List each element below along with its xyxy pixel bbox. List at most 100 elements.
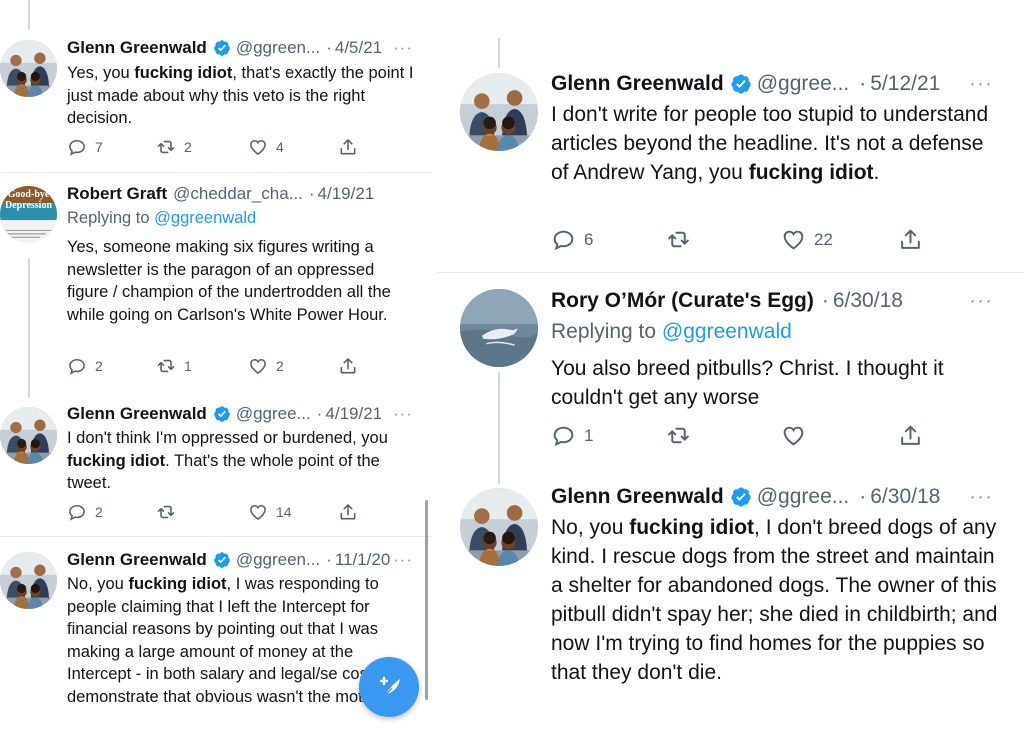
tweet-date[interactable]: 4/5/21 (335, 38, 382, 58)
author-handle[interactable]: @ggreen... (236, 550, 320, 570)
user-avatar[interactable] (460, 289, 538, 367)
heart-icon (248, 356, 268, 376)
more-options-icon[interactable]: ··· (969, 289, 993, 313)
author-handle[interactable]: @cheddar_cha... (173, 184, 303, 204)
author-handle[interactable]: @ggree... (757, 485, 850, 509)
retweet-button[interactable]: 1 (156, 356, 192, 376)
user-avatar[interactable] (460, 488, 538, 566)
user-avatar[interactable] (0, 407, 57, 464)
retweet-button[interactable] (666, 423, 691, 448)
author-name[interactable]: Rory O’Mór (Curate's Egg) (551, 289, 814, 313)
compose-tweet-icon (379, 676, 400, 697)
retweet-icon (666, 423, 691, 448)
user-avatar[interactable] (460, 73, 538, 151)
avatar-cover-text: Good-bye Depression (4, 189, 53, 211)
user-avatar[interactable] (0, 552, 57, 609)
user-avatar[interactable] (0, 40, 57, 97)
tweet-date[interactable]: 6/30/18 (870, 485, 940, 509)
tweet-date[interactable]: 4/19/21 (325, 404, 382, 424)
verified-badge-icon (213, 551, 231, 569)
verified-badge-icon (213, 405, 231, 423)
share-icon (338, 137, 358, 157)
tweet-date[interactable]: 4/19/21 (318, 184, 375, 204)
tweet-date[interactable]: 6/30/18 (833, 289, 903, 313)
scrollbar[interactable] (425, 500, 428, 700)
reply-icon (551, 423, 576, 448)
compose-tweet-button[interactable] (359, 657, 419, 717)
tweet-date[interactable]: 11/1/20 (335, 550, 390, 570)
retweet-button[interactable]: 2 (156, 137, 192, 157)
retweet-count: 2 (184, 139, 192, 155)
like-button[interactable] (781, 423, 806, 448)
tweet[interactable]: Glenn Greenwald @ggree... · 5/12/21 ··· … (437, 0, 1024, 272)
tweet-actions: 7 2 4 (67, 137, 367, 159)
author-name[interactable]: Glenn Greenwald (67, 38, 207, 58)
like-button[interactable]: 14 (248, 502, 292, 522)
tweet-header: Glenn Greenwald @ggree... · 6/30/18 (551, 485, 940, 509)
reply-button[interactable]: 6 (551, 227, 593, 252)
like-count: 22 (814, 229, 833, 249)
mention-link[interactable]: @ggreenwald (154, 209, 256, 227)
left-thread-panel: Glenn Greenwald @ggreen... · 4/5/21 ··· … (0, 0, 432, 754)
tweet[interactable]: Glenn Greenwald @ggree... · 6/30/18 ··· … (437, 473, 1024, 754)
share-button[interactable] (338, 502, 358, 522)
more-options-icon[interactable]: ··· (969, 72, 993, 96)
retweet-icon (666, 227, 691, 252)
tweet[interactable]: Glenn Greenwald @ggreen... · 4/5/21 ··· … (0, 0, 432, 172)
group-photo-avatar-icon (460, 488, 538, 566)
replying-to: Replying to @ggreenwald (67, 209, 257, 227)
retweet-button[interactable] (666, 227, 691, 252)
tweet[interactable]: Rory O’Mór (Curate's Egg) · 6/30/18 ··· … (437, 273, 1024, 473)
separator-dot: · (821, 289, 829, 312)
author-handle[interactable]: @ggreen... (236, 38, 320, 58)
share-button[interactable] (338, 137, 358, 157)
separator-dot: · (316, 404, 323, 423)
retweet-count: 1 (184, 358, 192, 374)
tweet-header: Glenn Greenwald @ggree... · 5/12/21 (551, 72, 940, 96)
tweet[interactable]: Glenn Greenwald @ggreen... · 11/1/20 ···… (0, 537, 432, 754)
tweet-actions: 6 22 (551, 227, 951, 253)
like-button[interactable]: 22 (781, 227, 833, 252)
group-photo-avatar-icon (0, 552, 57, 609)
share-button[interactable] (898, 227, 923, 252)
more-options-icon[interactable]: ··· (393, 404, 413, 424)
verified-badge-icon (730, 486, 752, 508)
tweet[interactable]: Good-bye Depression Robert Graft @chedda… (0, 173, 432, 387)
tweet-header: Glenn Greenwald @ggreen... · 11/1/20 (67, 550, 390, 570)
more-options-icon[interactable]: ··· (969, 485, 993, 509)
reply-button[interactable]: 2 (67, 502, 103, 522)
reply-button[interactable]: 1 (551, 423, 593, 448)
author-name[interactable]: Glenn Greenwald (551, 485, 724, 509)
replying-to: Replying to @ggreenwald (551, 320, 792, 343)
tweet[interactable]: Glenn Greenwald @ggree... · 4/19/21 ··· … (0, 390, 432, 535)
like-button[interactable]: 4 (248, 137, 284, 157)
share-button[interactable] (898, 423, 923, 448)
separator-dot: · (308, 184, 315, 203)
author-handle[interactable]: @ggree... (757, 72, 850, 96)
tweet-header: Rory O’Mór (Curate's Egg) · 6/30/18 (551, 289, 903, 313)
more-options-icon[interactable]: ··· (393, 550, 413, 570)
share-button[interactable] (338, 356, 358, 376)
tweet-date[interactable]: 5/12/21 (870, 72, 940, 96)
author-name[interactable]: Glenn Greenwald (67, 404, 207, 424)
more-options-icon[interactable]: ··· (393, 38, 413, 58)
retweet-icon (156, 356, 176, 376)
author-name[interactable]: Glenn Greenwald (67, 550, 207, 570)
author-name[interactable]: Glenn Greenwald (551, 72, 724, 96)
separator-dot: · (326, 550, 332, 569)
reply-button[interactable]: 2 (67, 356, 103, 376)
tweet-text: I don't write for people too stupid to u… (551, 103, 989, 184)
reply-count: 2 (95, 504, 103, 520)
tweet-header: Glenn Greenwald @ggree... · 4/19/21 (67, 404, 382, 424)
retweet-button[interactable] (156, 502, 176, 522)
author-name[interactable]: Robert Graft (67, 184, 167, 204)
reply-button[interactable]: 7 (67, 137, 103, 157)
tweet-header: Glenn Greenwald @ggreen... · 4/5/21 (67, 38, 382, 58)
author-handle[interactable]: @ggree... (236, 404, 311, 424)
like-button[interactable]: 2 (248, 356, 284, 376)
user-avatar[interactable]: Good-bye Depression (0, 186, 57, 243)
mention-link[interactable]: @ggreenwald (662, 320, 792, 343)
group-photo-avatar-icon (0, 40, 57, 97)
tweet-actions: 2 14 (67, 502, 367, 524)
tweet-text: I don't think I'm oppressed or burdened,… (67, 429, 388, 492)
